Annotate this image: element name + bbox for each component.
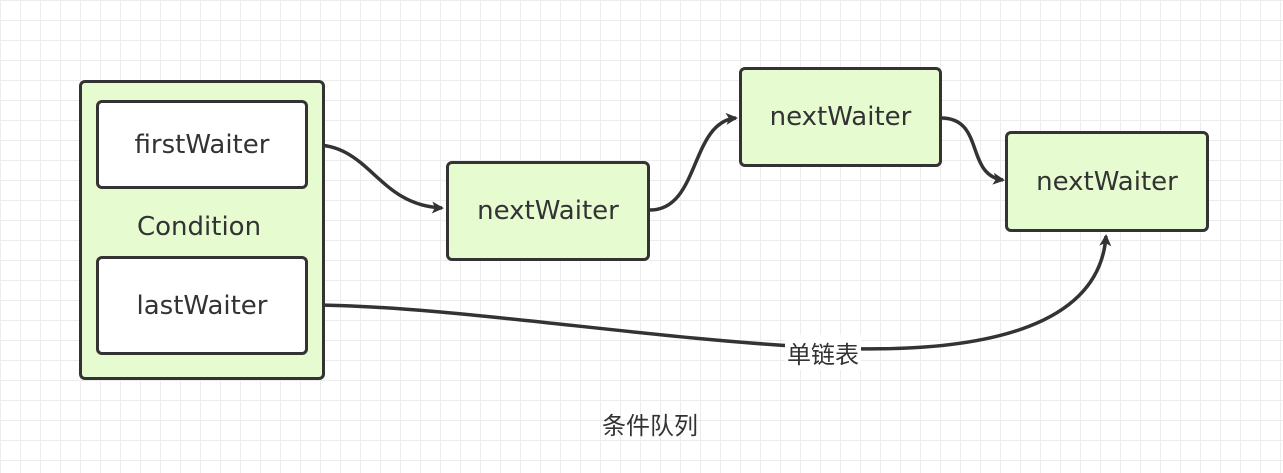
next-waiter-3-label: nextWaiter xyxy=(1036,166,1178,197)
last-waiter-label: lastWaiter xyxy=(136,290,268,321)
first-waiter-label: firstWaiter xyxy=(134,129,270,160)
next-waiter-node-2[interactable]: nextWaiter xyxy=(739,67,942,167)
first-waiter-node[interactable]: firstWaiter xyxy=(96,100,308,189)
next-waiter-2-label: nextWaiter xyxy=(769,102,912,132)
condition-label: Condition xyxy=(137,212,262,242)
next-waiter-1-label: nextWaiter xyxy=(477,196,619,226)
single-linked-list-label: 单链表 xyxy=(785,335,861,370)
next-waiter-node-1[interactable]: nextWaiter xyxy=(446,161,650,261)
edge-next2-to-next3 xyxy=(940,116,1005,185)
diagram-canvas: { "nodes": { "condition": "Condition", "… xyxy=(0,0,1283,473)
next-waiter-node-3[interactable]: nextWaiter xyxy=(1005,131,1209,232)
last-waiter-node[interactable]: lastWaiter xyxy=(96,256,308,355)
edge-first-to-next1 xyxy=(306,143,444,214)
edge-next1-to-next2 xyxy=(649,112,738,212)
caption: 条件队列 xyxy=(602,412,698,440)
edge-last-to-next3 xyxy=(306,234,1112,351)
